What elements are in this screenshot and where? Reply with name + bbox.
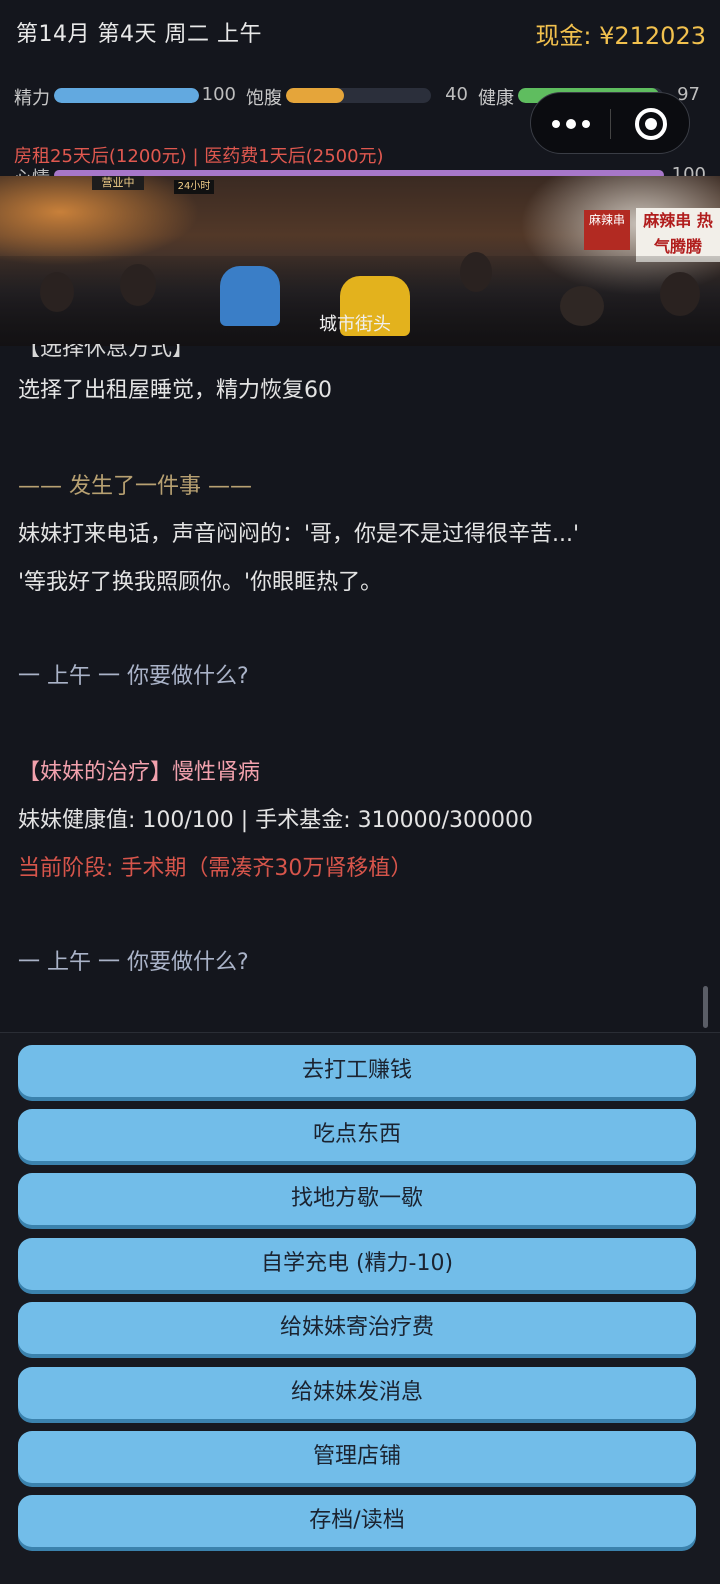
eat-button[interactable]: 吃点东西	[18, 1109, 696, 1161]
stat-energy-label: 精力	[14, 88, 50, 109]
save-load-button[interactable]: 存档/读档	[18, 1495, 696, 1547]
shop-sign: 营业中	[92, 176, 144, 190]
stat-energy-value: 100	[201, 84, 236, 105]
more-options-icon[interactable]	[531, 93, 611, 155]
status-header: 第14月 第4天 周二 上午 现金: ¥212023	[0, 0, 720, 66]
message-sister-button[interactable]: 给妹妹发消息	[18, 1367, 696, 1419]
cash-display: 现金: ¥212023	[535, 22, 706, 50]
log-line: '等我好了换我照顾你。'你眼眶热了。	[18, 570, 383, 595]
stat-fullness-label: 饱腹	[246, 88, 282, 109]
stat-energy-fill	[54, 88, 199, 103]
treatment-status: 妹妹健康值: 100/100 | 手术基金: 310000/300000	[18, 808, 533, 833]
self-study-button[interactable]: 自学充电 (精力-10)	[18, 1238, 696, 1290]
scene-image: 营业中 24小时 麻辣串 麻辣串 热气腾腾 城市街头	[0, 176, 720, 346]
stat-health-label: 健康	[478, 88, 514, 109]
treatment-title: 【妹妹的治疗】慢性肾病	[18, 760, 261, 785]
time-prompt: 一 上午 一 你要做什么?	[18, 664, 249, 689]
manage-shop-button[interactable]: 管理店铺	[18, 1431, 696, 1483]
treatment-stage: 当前阶段: 手术期（需凑齐30万肾移植）	[18, 856, 413, 881]
log-scrollbar[interactable]	[703, 986, 708, 1028]
stat-fullness-value: 40	[445, 84, 468, 105]
miniprogram-capsule	[530, 92, 690, 154]
scene-caption: 城市街头	[319, 314, 391, 335]
stat-fullness-fill	[286, 88, 344, 103]
log-line: 选择了出租屋睡觉，精力恢复60	[18, 378, 332, 403]
time-prompt: 一 上午 一 你要做什么?	[18, 950, 249, 975]
stat-fullness-bar	[286, 88, 431, 103]
work-button[interactable]: 去打工赚钱	[18, 1045, 696, 1097]
bills-due: 房租25天后(1200元) | 医药费1天后(2500元)	[14, 146, 384, 167]
log-line: 妹妹打来电话，声音闷闷的：'哥，你是不是过得很辛苦...'	[18, 522, 580, 547]
rest-button[interactable]: 找地方歇一歇	[18, 1173, 696, 1225]
log-heading-clipped: 【选择休息方式】	[18, 344, 195, 358]
close-miniprogram-icon[interactable]	[611, 93, 691, 155]
shop-sign: 麻辣串 热气腾腾	[636, 208, 720, 262]
stat-energy: 精力 100	[14, 80, 244, 110]
shop-sign: 24小时	[174, 180, 214, 194]
send-treatment-fee-button[interactable]: 给妹妹寄治疗费	[18, 1302, 696, 1354]
shop-sign: 麻辣串	[584, 210, 630, 250]
stat-energy-bar	[54, 88, 199, 103]
game-date: 第14月 第4天 周二 上午	[16, 22, 262, 47]
action-panel: 去打工赚钱 吃点东西 找地方歇一歇 自学充电 (精力-10) 给妹妹寄治疗费 给…	[0, 1032, 720, 1584]
stat-fullness: 饱腹 40	[246, 80, 476, 110]
event-divider: —— 发生了一件事 ——	[18, 474, 252, 499]
